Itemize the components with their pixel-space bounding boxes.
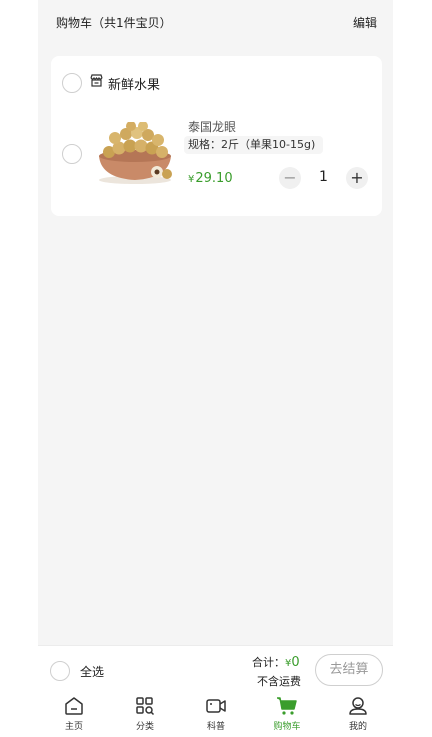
product-image[interactable] [95,121,179,186]
tab-label: 购物车 [273,722,301,732]
category-icon [136,697,155,716]
cart-page: 购物车（共1件宝贝） 编辑 新鲜水果 泰国龙眼 规格：2斤（单果10-15g) … [38,0,393,737]
product-name[interactable]: 泰国龙眼 [188,118,236,135]
select-all-label[interactable]: 全选 [80,663,104,680]
shipping-note: 不含运费 [257,675,301,688]
product-price: ¥29.10 [188,171,233,186]
profile-icon [349,697,367,715]
store-card: 新鲜水果 泰国龙眼 规格：2斤（单果10-15g) ¥29.10 − 1 + [51,56,382,216]
decrease-button[interactable]: − [279,167,301,189]
quantity-value[interactable]: 1 [311,169,336,185]
total-amount: 合计：¥0 [252,654,300,670]
tab-home[interactable]: 主页 [54,696,94,736]
price-value: 29.10 [195,171,233,186]
edit-button[interactable]: 编辑 [353,14,377,31]
page-title: 购物车（共1件宝贝） [56,16,172,30]
top-bar: 购物车（共1件宝贝） 编辑 [38,0,393,44]
tab-cart[interactable]: 购物车 [267,696,307,736]
tab-science[interactable]: 科普 [196,696,236,736]
cart-icon [277,697,297,715]
tab-profile[interactable]: 我的 [338,696,378,736]
item-select-radio[interactable] [62,144,82,164]
bottom-bar: 全选 合计：¥0 不含运费 去结算 主页 分类 科普 购物车 我的 [38,645,393,737]
increase-button[interactable]: + [346,167,368,189]
tab-label: 科普 [206,722,225,732]
video-icon [206,699,226,713]
store-name[interactable]: 新鲜水果 [108,74,160,93]
currency-symbol: ¥ [188,174,195,185]
store-select-radio[interactable] [62,73,82,93]
store-icon [89,73,104,88]
checkout-button[interactable]: 去结算 [315,654,383,686]
total-label: 合计： [252,656,285,669]
select-all-radio[interactable] [50,661,70,681]
product-spec[interactable]: 规格：2斤（单果10-15g) [184,136,324,154]
total-value: 0 [291,655,300,670]
tab-label: 我的 [348,722,367,732]
tab-label: 主页 [64,722,83,732]
tab-label: 分类 [135,722,154,732]
quantity-stepper: − 1 + [276,164,371,192]
tab-category[interactable]: 分类 [125,696,165,736]
home-icon [65,697,83,715]
